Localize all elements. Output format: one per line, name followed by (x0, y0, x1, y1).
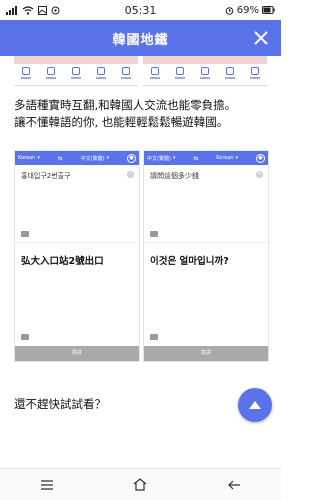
battery-percent: 69% (236, 4, 259, 16)
language-bar: 中文(繁體) ▾ ⇆ Korean ▾ ● (144, 151, 268, 165)
clear-icon[interactable]: × (256, 171, 263, 178)
source-language-select[interactable]: Korean ▾ (18, 155, 40, 161)
preview-image-left (14, 56, 138, 86)
target-language-select[interactable]: Korean ▾ (216, 155, 238, 161)
input-text: 홍대입구2번출구 (21, 172, 71, 180)
clear-icon[interactable]: × (127, 171, 134, 178)
chevron-down-icon: ▾ (235, 155, 239, 161)
app-header: 韓國地鐵 (0, 20, 281, 56)
status-bar: 05:31 69% (0, 0, 281, 20)
translate-button[interactable]: 翻譯 (144, 346, 268, 361)
page-title: 韓國地鐵 (112, 32, 169, 48)
battery-icon (262, 6, 275, 14)
speaker-icon[interactable] (150, 334, 158, 340)
swap-icon[interactable]: ⇆ (193, 155, 198, 162)
status-left-icons (6, 5, 86, 15)
intro-text: 多語種實時互翻,和韓國人交流也能零負擔。 讓不懂韓語的你, 也能輕輕鬆鬆暢遊韓國… (14, 97, 269, 131)
source-language-select[interactable]: 中文(繁體) ▾ (147, 155, 175, 162)
home-icon (134, 478, 147, 491)
home-button[interactable] (130, 475, 150, 495)
back-button[interactable] (224, 475, 244, 495)
intro-line-2: 讓不懂韓語的你, 也能輕輕鬆鬆暢遊韓國。 (14, 115, 229, 129)
mic-icon[interactable]: ● (255, 153, 265, 163)
target-language-select[interactable]: 中文(繁體) ▾ (81, 155, 109, 162)
input-area[interactable]: 홍대입구2번출구 × (15, 165, 139, 243)
speaker-icon[interactable] (21, 231, 29, 237)
translator-card-1: Korean ▾ ⇆ 中文(繁體) ▾ ● 홍대입구2번출구 × 弘大入口站2號出口… (14, 150, 140, 362)
sync-icon (51, 6, 60, 14)
chevron-down-icon: ▾ (172, 155, 176, 161)
language-bar: Korean ▾ ⇆ 中文(繁體) ▾ ● (15, 151, 139, 165)
translate-button[interactable]: 翻譯 (15, 346, 139, 361)
output-text: 이것은 얼마입니까? (150, 256, 229, 267)
alarm-icon (225, 6, 234, 15)
close-icon[interactable] (249, 26, 273, 50)
image-icon (38, 5, 47, 15)
mic-icon[interactable]: ● (126, 153, 136, 163)
back-icon (228, 480, 241, 489)
swap-icon[interactable]: ⇆ (58, 155, 63, 162)
system-nav-bar (0, 468, 281, 500)
intro-line-1: 多語種實時互翻,和韓國人交流也能零負擔。 (14, 98, 237, 112)
chevron-down-icon: ▾ (106, 155, 110, 161)
translator-card-2: 中文(繁體) ▾ ⇆ Korean ▾ ● 請問這個多少錢 × 이것은 얼마입니까?… (143, 150, 269, 362)
output-area: 이것은 얼마입니까? (144, 243, 268, 343)
output-text: 弘大入口站2號出口 (21, 256, 104, 267)
output-area: 弘大入口站2號出口 (15, 243, 139, 343)
signal-icon (6, 5, 17, 15)
chevron-down-icon: ▾ (37, 155, 40, 161)
menu-icon (40, 479, 53, 490)
app-preview-images (14, 56, 267, 86)
status-time: 05:31 (124, 3, 157, 17)
input-text: 請問這個多少錢 (150, 172, 199, 180)
menu-button[interactable] (37, 475, 57, 495)
preview-image-right (143, 56, 267, 86)
scroll-top-button[interactable] (238, 388, 272, 422)
speaker-icon[interactable] (150, 231, 158, 237)
scroll-top-icon (249, 401, 261, 409)
input-area[interactable]: 請問這個多少錢 × (144, 165, 268, 243)
wifi-icon (22, 5, 34, 15)
speaker-icon[interactable] (21, 334, 29, 340)
cta-text: 還不趕快試試看？ (14, 397, 106, 411)
status-right-icons: 69% (195, 5, 275, 16)
